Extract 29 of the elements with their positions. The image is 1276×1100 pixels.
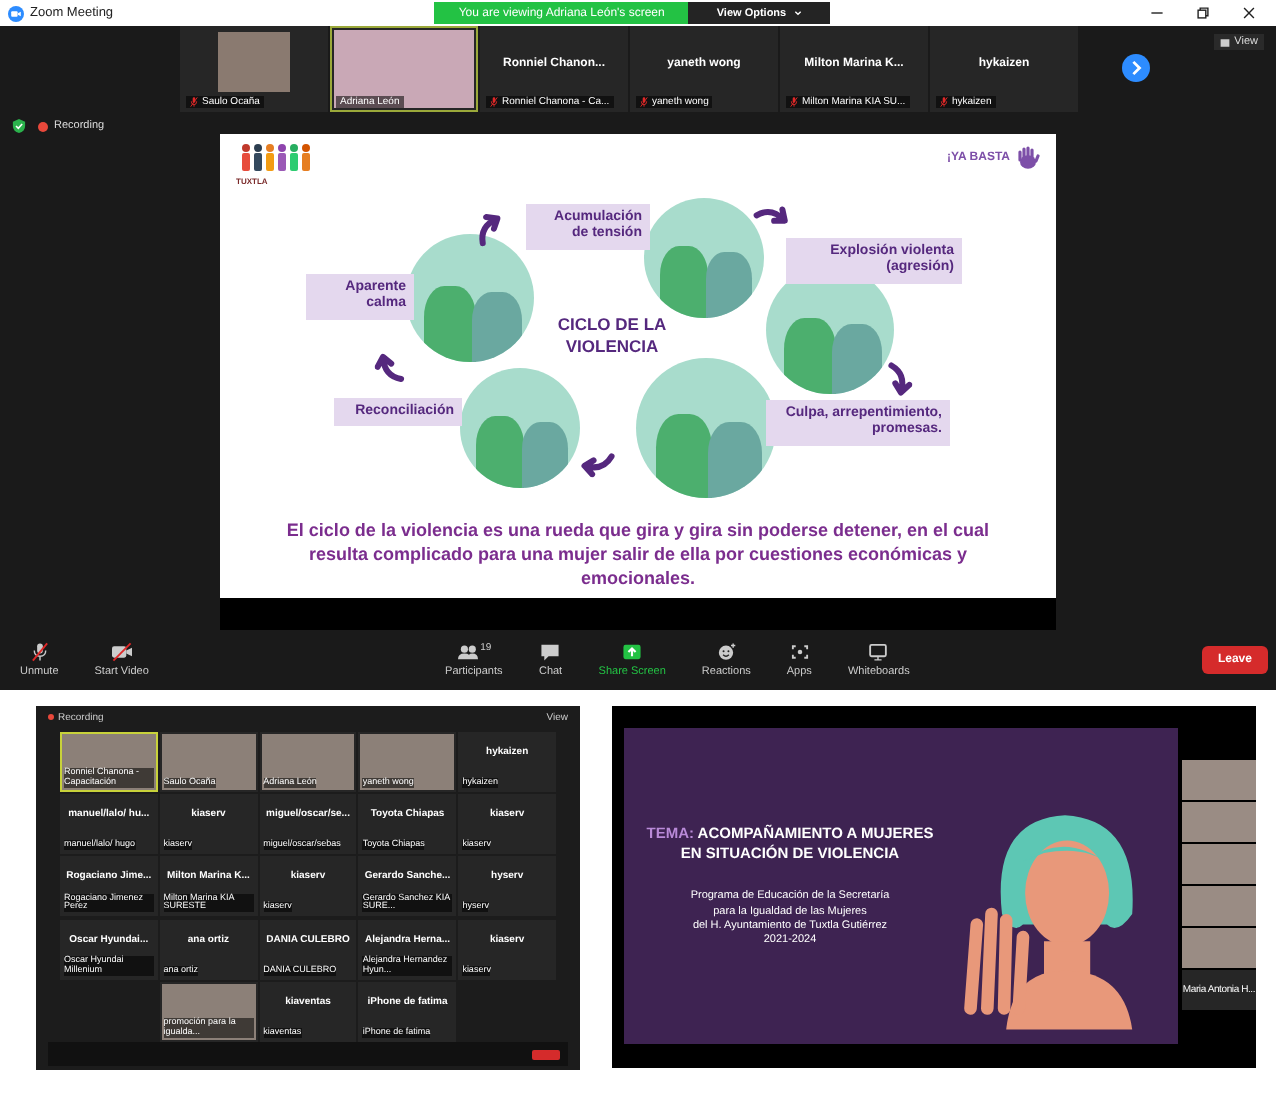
people-logo-icon (236, 142, 316, 174)
video-placeholder (1182, 886, 1256, 926)
video-off-icon (109, 642, 134, 662)
slide-title: CICLO DE LA VIOLENCIA (555, 314, 669, 359)
gallery-icon (1220, 37, 1231, 47)
muted-mic-icon (27, 642, 52, 662)
caret-icon (793, 9, 802, 15)
next-page-icon[interactable] (1122, 54, 1150, 82)
hand-icon (1016, 146, 1040, 170)
apps-icon (787, 642, 812, 662)
curved-arrow-icon (577, 447, 617, 481)
chat-bubble-icon (538, 642, 563, 662)
slide-caption: El ciclo de la violencia es una rueda que gira y gira sin poderse detener, en el cual resulta complicado para una mujer salir de ella por cuestiones económicas y emocionales. (284, 518, 992, 591)
close-icon[interactable] (1241, 6, 1256, 20)
video-placeholder (1182, 802, 1256, 842)
smiley-icon (714, 642, 739, 662)
monitor-icon (866, 642, 891, 662)
minimize-icon[interactable] (1149, 6, 1164, 20)
curved-arrow-icon (882, 360, 916, 400)
restore-icon[interactable] (1195, 6, 1210, 20)
shield-icon (12, 118, 26, 134)
people-icon (456, 642, 481, 662)
video-placeholder (1182, 760, 1256, 800)
curved-arrow-icon (372, 348, 406, 388)
video-placeholder (218, 32, 290, 92)
illustration-circle (644, 198, 764, 318)
video-placeholder (1182, 844, 1256, 884)
video-placeholder (1182, 928, 1256, 968)
camera-logo-icon (8, 5, 24, 21)
